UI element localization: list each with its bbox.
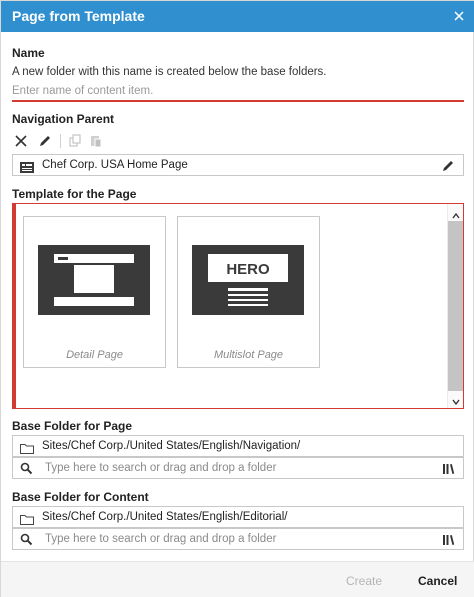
navigation-parent-value: Chef Corp. USA Home Page: [42, 159, 188, 171]
search-icon: [20, 533, 33, 546]
library-icon[interactable]: [442, 462, 455, 475]
base-folder-page-search[interactable]: Type here to search or drag and drop a f…: [12, 457, 464, 479]
base-folder-content-label: Base Folder for Content: [12, 490, 149, 504]
base-folder-content-path[interactable]: Sites/Chef Corp./United States/English/E…: [12, 506, 464, 528]
page-icon: [20, 160, 34, 173]
pencil-icon[interactable]: [36, 132, 54, 150]
template-chooser: Detail Page HERO Multislot Page: [12, 203, 464, 409]
template-card-label: Multislot Page: [213, 349, 284, 361]
name-label: Name: [12, 46, 45, 60]
dialog-title: Page from Template: [12, 8, 145, 24]
cancel-button[interactable]: Cancel: [418, 574, 457, 588]
navigation-parent-toolbar: [12, 132, 132, 150]
search-placeholder: Type here to search or drag and drop a f…: [45, 533, 277, 545]
base-folder-content-value: Sites/Chef Corp./United States/English/E…: [42, 511, 288, 523]
base-folder-content-search[interactable]: Type here to search or drag and drop a f…: [12, 528, 464, 550]
dialog-footer: Create Cancel: [1, 561, 474, 597]
toolbar-divider: [60, 134, 61, 148]
template-card-multislot[interactable]: HERO Multislot Page: [177, 216, 320, 368]
detail-page-thumbnail: [38, 245, 150, 315]
page-from-template-dialog: Page from Template Name A new folder wit…: [0, 0, 474, 597]
template-scrollbar[interactable]: [447, 204, 463, 408]
template-card-detail[interactable]: Detail Page: [23, 216, 166, 368]
chevron-up-icon[interactable]: [451, 208, 461, 219]
hero-page-thumbnail: HERO: [192, 245, 304, 315]
navigation-parent-label: Navigation Parent: [12, 112, 115, 126]
name-hint: A new folder with this name is created b…: [12, 66, 327, 78]
search-placeholder: Type here to search or drag and drop a f…: [45, 462, 277, 474]
create-button[interactable]: Create: [346, 574, 382, 588]
hero-text: HERO: [226, 261, 270, 278]
scrollbar-thumb[interactable]: [448, 221, 463, 391]
folder-icon: [20, 512, 34, 525]
name-input[interactable]: [12, 82, 464, 102]
dialog-header: Page from Template: [1, 1, 474, 32]
search-icon: [20, 462, 33, 475]
close-icon[interactable]: [12, 132, 30, 150]
base-folder-page-path[interactable]: Sites/Chef Corp./United States/English/N…: [12, 435, 464, 457]
copy-icon[interactable]: [66, 132, 84, 150]
close-icon[interactable]: [451, 8, 467, 24]
template-label: Template for the Page: [12, 187, 137, 201]
navigation-parent-field[interactable]: Chef Corp. USA Home Page: [12, 154, 464, 176]
base-folder-page-label: Base Folder for Page: [12, 419, 133, 433]
folder-icon: [20, 441, 34, 454]
pencil-icon[interactable]: [442, 159, 455, 172]
base-folder-page-value: Sites/Chef Corp./United States/English/N…: [42, 440, 301, 452]
chevron-down-icon[interactable]: [451, 394, 461, 406]
library-icon[interactable]: [442, 533, 455, 546]
template-card-label: Detail Page: [66, 349, 123, 361]
paste-icon[interactable]: [87, 132, 105, 150]
